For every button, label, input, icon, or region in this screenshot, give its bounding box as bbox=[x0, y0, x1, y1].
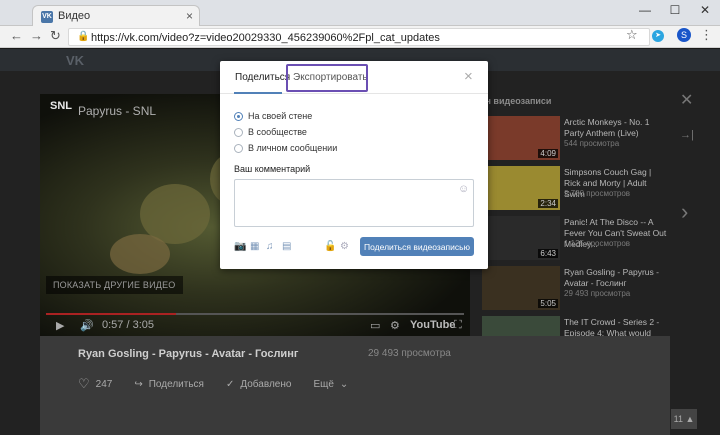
kebab-menu-icon[interactable]: ⋮ bbox=[700, 27, 713, 43]
window-controls: — ☐ ✕ bbox=[630, 0, 720, 22]
gear-icon[interactable]: ⚙ bbox=[340, 241, 349, 252]
emoji-icon[interactable]: ☺ bbox=[458, 183, 469, 195]
likes-count: 247 bbox=[95, 378, 113, 390]
fullscreen-icon[interactable]: ⛶ bbox=[454, 319, 462, 332]
comment-label: Ваш комментарий bbox=[234, 164, 311, 174]
progress-bar[interactable] bbox=[46, 313, 464, 315]
recommendation-title: Ryan Gosling - Papyrus - Avatar - Гослин… bbox=[564, 267, 659, 288]
option-private-message[interactable]: В личном сообщении bbox=[234, 143, 337, 153]
subtitles-icon[interactable]: ▭ bbox=[370, 319, 380, 332]
hd-icon[interactable]: ⚙ bbox=[390, 319, 400, 332]
lock-icon: 🔒 bbox=[77, 31, 90, 42]
chevron-down-icon: ⌄ bbox=[339, 378, 349, 390]
video-actions: ♡ 247 ↪ Поделиться ✓ Добавлено Ещё ⌄ bbox=[78, 376, 354, 392]
radio-checked[interactable] bbox=[234, 111, 243, 121]
browser-tab[interactable]: VK Видео × bbox=[32, 5, 200, 26]
profile-avatar[interactable]: S bbox=[677, 28, 691, 42]
share-link[interactable]: Поделиться bbox=[149, 379, 204, 390]
close-window-button[interactable]: ✕ bbox=[690, 0, 720, 22]
time-display: 0:57 / 3:05 bbox=[102, 319, 154, 331]
video-info-title: Ryan Gosling - Papyrus - Avatar - Гослин… bbox=[78, 348, 299, 360]
reload-icon[interactable]: ↻ bbox=[50, 28, 61, 44]
corner-badge[interactable]: 11 ▲ bbox=[671, 409, 697, 429]
tab-title: Видео bbox=[58, 10, 91, 22]
browser-tab-bar: VK Видео × — ☐ ✕ bbox=[0, 0, 720, 26]
telegram-icon[interactable]: ➤ bbox=[652, 30, 664, 42]
video-info-views: 29 493 просмотра bbox=[368, 348, 451, 359]
lock-icon[interactable]: 🔓 bbox=[324, 241, 336, 252]
recommendations-heading: он видеозаписи bbox=[480, 96, 552, 106]
vk-page: VK SNL Papyrus - SNL ПОКАЗАТЬ ДРУГИЕ ВИД… bbox=[0, 49, 720, 435]
recommendation-views: 2 780 просмотров bbox=[564, 189, 631, 198]
arrow-left-icon[interactable]: ← bbox=[10, 28, 23, 43]
volume-icon[interactable]: 🔊 bbox=[80, 319, 94, 332]
video-icon[interactable]: ▦ bbox=[250, 241, 259, 252]
check-icon: ✓ bbox=[225, 378, 235, 390]
active-tab-underline bbox=[234, 92, 282, 94]
recommendation-item[interactable]: 2:34 Simpsons Couch Gag | Rick and Morty… bbox=[480, 166, 670, 212]
minimize-button[interactable]: — bbox=[630, 0, 660, 22]
option-label: На своей стене bbox=[248, 111, 313, 121]
share-video-button[interactable]: Поделиться видеозаписью bbox=[360, 237, 474, 256]
show-more-videos-button[interactable]: ПОКАЗАТЬ ДРУГИЕ ВИДЕО bbox=[46, 276, 183, 294]
option-wall[interactable]: На своей стене bbox=[234, 111, 312, 121]
browser-toolbar: ← → ↻ 🔒 https://vk.com/video?z=video2002… bbox=[0, 26, 720, 48]
url-text: https://vk.com/video?z=video20029330_456… bbox=[91, 32, 440, 44]
recommendations-panel: он видеозаписи 4:09 Arctic Monkeys - No.… bbox=[480, 94, 670, 360]
video-title[interactable]: Papyrus - SNL bbox=[78, 104, 156, 118]
option-label: В личном сообщении bbox=[248, 143, 338, 153]
more-link[interactable]: Ещё bbox=[313, 379, 333, 390]
close-icon[interactable]: × bbox=[464, 68, 473, 85]
vk-logo-icon[interactable]: VK bbox=[66, 53, 84, 68]
option-community[interactable]: В сообществе bbox=[234, 127, 307, 137]
recommendation-thumbnail: 4:09 bbox=[482, 116, 560, 160]
badge-count: 11 bbox=[673, 414, 683, 424]
radio-unchecked[interactable] bbox=[234, 127, 243, 137]
option-label: В сообществе bbox=[248, 127, 307, 137]
vk-favicon-icon: VK bbox=[41, 11, 53, 23]
star-icon[interactable]: ☆ bbox=[626, 27, 638, 43]
tab-close-icon[interactable]: × bbox=[186, 9, 193, 23]
arrow-right-icon[interactable]: → bbox=[30, 28, 43, 43]
recommendation-thumbnail: 2:34 bbox=[482, 166, 560, 210]
minimize-player-icon[interactable]: →| bbox=[680, 129, 694, 141]
maximize-button[interactable]: ☐ bbox=[660, 0, 690, 22]
video-plant-shape bbox=[110, 234, 170, 274]
document-icon[interactable]: ▤ bbox=[282, 241, 291, 252]
close-icon[interactable]: ✕ bbox=[680, 90, 693, 110]
address-bar[interactable]: 🔒 https://vk.com/video?z=video20029330_4… bbox=[68, 28, 650, 46]
snl-logo: SNL bbox=[50, 100, 72, 112]
share-dialog: Поделиться Экспортировать × На своей сте… bbox=[220, 61, 488, 269]
chevron-right-icon[interactable]: › bbox=[681, 199, 688, 225]
camera-icon[interactable]: 📷 bbox=[234, 241, 246, 252]
player-controls: ▶ 🔊 0:57 / 3:05 ▭ ⚙ YouTube ⛶ bbox=[40, 319, 470, 336]
recommendation-views: 1 125 просмотров bbox=[564, 239, 631, 248]
recommendation-item[interactable]: 6:43 Panic! At The Disco -- A Fever You … bbox=[480, 216, 670, 262]
recommendation-thumbnail: 6:43 bbox=[482, 216, 560, 260]
comment-input[interactable] bbox=[234, 179, 474, 227]
video-info-bar: Ryan Gosling - Papyrus - Avatar - Гослин… bbox=[40, 336, 670, 435]
youtube-logo[interactable]: YouTube bbox=[410, 319, 455, 331]
added-link[interactable]: Добавлено bbox=[240, 379, 291, 390]
radio-unchecked[interactable] bbox=[234, 143, 243, 153]
recommendation-title: Arctic Monkeys - No. 1 Party Anthem (Liv… bbox=[564, 117, 650, 138]
recommendation-views: 544 просмотра bbox=[564, 139, 620, 148]
progress-fill bbox=[46, 313, 176, 315]
recommendation-item[interactable]: 4:09 Arctic Monkeys - No. 1 Party Anthem… bbox=[480, 116, 670, 162]
tab-share[interactable]: Поделиться bbox=[235, 72, 290, 83]
tab-export-highlight bbox=[286, 64, 368, 92]
share-icon[interactable]: ↪ bbox=[134, 379, 142, 390]
play-icon[interactable]: ▶ bbox=[56, 319, 64, 332]
recommendation-views: 29 493 просмотра bbox=[564, 289, 631, 298]
recommendation-item[interactable]: 5:05 Ryan Gosling - Papyrus - Avatar - Г… bbox=[480, 266, 670, 312]
dialog-tabs: Поделиться Экспортировать × bbox=[220, 61, 488, 94]
music-icon[interactable]: ♫ bbox=[266, 241, 274, 252]
heart-icon[interactable]: ♡ bbox=[78, 376, 90, 392]
recommendation-thumbnail: 5:05 bbox=[482, 266, 560, 310]
